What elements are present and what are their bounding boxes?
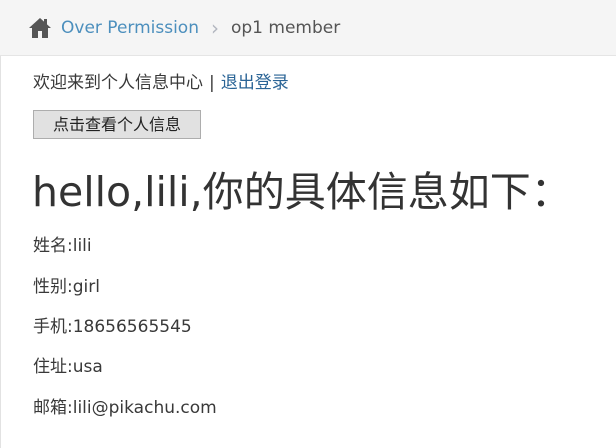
info-name: 姓名:lili xyxy=(33,236,92,256)
welcome-text: 欢迎来到个人信息中心 xyxy=(33,73,203,93)
info-email: 邮箱:lili@pikachu.com xyxy=(33,398,217,418)
logout-link[interactable]: 退出登录 xyxy=(221,73,289,93)
info-address: 住址:usa xyxy=(33,357,103,377)
content-left-border xyxy=(0,56,1,448)
welcome-separator: | xyxy=(209,73,215,93)
chevron-right-icon: › xyxy=(210,15,219,40)
breadcrumb-link-over-permission[interactable]: Over Permission xyxy=(61,18,199,38)
info-gender: 性别:girl xyxy=(33,277,100,297)
breadcrumb: Over Permission › op1 member xyxy=(0,0,616,56)
view-personal-info-button[interactable]: 点击查看个人信息 xyxy=(33,110,201,139)
welcome-line: 欢迎来到个人信息中心 | 退出登录 xyxy=(33,68,289,93)
page: Over Permission › op1 member 欢迎来到个人信息中心 |… xyxy=(0,0,616,448)
home-icon[interactable] xyxy=(28,17,52,39)
breadcrumb-current: op1 member xyxy=(230,17,341,38)
page-title: hello,lili,你的具体信息如下： xyxy=(32,168,572,216)
info-phone: 手机:18656565545 xyxy=(33,317,192,337)
